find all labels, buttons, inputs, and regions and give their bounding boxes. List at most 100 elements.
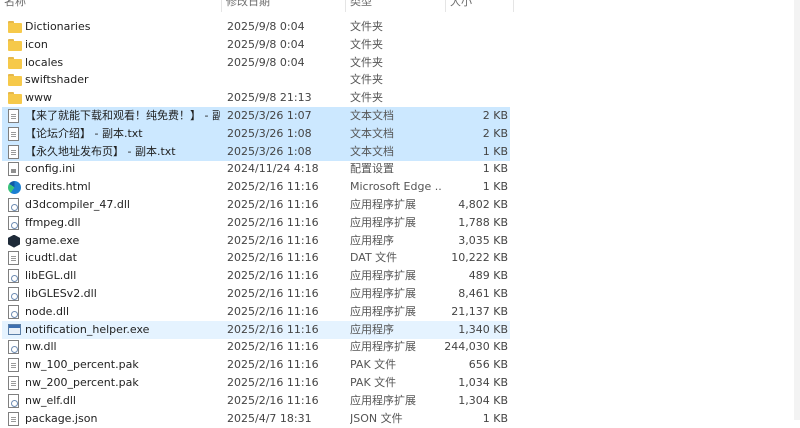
file-size: [442, 54, 508, 72]
file-row-icon-cell: [8, 321, 24, 339]
file-date: 2025/2/16 11:16: [227, 198, 319, 211]
file-row[interactable]: swiftshader 文件夹: [2, 71, 510, 89]
file-type: 文件夹: [350, 20, 383, 33]
file-name: ffmpeg.dll: [25, 215, 81, 229]
file-size: [442, 89, 508, 107]
file-type: 应用程序扩展: [350, 340, 416, 354]
file-row[interactable]: 【论坛介绍】 - 副本.txt 2025/3/26 1:08 文本文档 2 KB: [2, 124, 510, 143]
file-date: 2025/2/16 11:16: [227, 322, 319, 336]
data-file-icon: [8, 251, 19, 266]
file-type: 应用程序扩展: [350, 198, 416, 211]
folder-icon: [8, 38, 22, 51]
file-name: package.json: [25, 411, 98, 425]
file-row[interactable]: nw_100_percent.pak 2025/2/16 11:16 PAK 文件 6…: [2, 356, 510, 374]
file-row[interactable]: d3dcompiler_47.dll 2025/2/16 11:16 应用程序扩展 4…: [2, 196, 510, 214]
file-row-icon-cell: [8, 249, 24, 267]
file-row-icon-cell: [8, 18, 24, 36]
column-header-type[interactable]: 类型: [346, 0, 446, 12]
file-row-icon-cell: [8, 374, 24, 392]
file-type: JSON 文件: [350, 411, 403, 425]
file-date: 2025/2/16 11:16: [227, 269, 319, 283]
file-name: d3dcompiler_47.dll: [25, 198, 130, 211]
file-size: [442, 36, 508, 54]
file-row[interactable]: 【永久地址发布页】 - 副本.txt 2025/3/26 1:08 文本文档 1 KB: [2, 142, 510, 161]
file-size: [442, 18, 508, 36]
file-row-icon-cell: [8, 392, 24, 410]
file-date: 2025/3/26 1:07: [227, 109, 312, 122]
file-row-icon-cell: [8, 285, 24, 303]
file-row[interactable]: www 2025/9/8 21:13 文件夹: [2, 89, 510, 107]
column-header-date[interactable]: 修改日期: [222, 0, 346, 12]
file-row[interactable]: libGLESv2.dll 2025/2/16 11:16 应用程序扩展 8,461 …: [2, 285, 510, 303]
file-date: 2025/2/16 11:16: [227, 180, 319, 194]
file-date: 2025/2/16 11:16: [227, 393, 319, 407]
file-date: 2025/2/16 11:16: [227, 340, 319, 354]
column-header: 名称 修改日期 类型 大小: [0, 0, 800, 12]
file-name: nw.dll: [25, 340, 57, 354]
file-row[interactable]: libEGL.dll 2025/2/16 11:16 应用程序扩展 489 KB: [2, 267, 510, 285]
file-type: 文件夹: [350, 91, 383, 105]
folder-icon: [8, 92, 22, 105]
file-row-icon-cell: [8, 107, 24, 125]
dll-file-icon: [8, 340, 19, 355]
file-row[interactable]: nw_200_percent.pak 2025/2/16 11:16 PAK 文件 1…: [2, 374, 510, 392]
file-row[interactable]: notification_helper.exe 2025/2/16 11:16 应用…: [2, 320, 510, 339]
file-type: 文本文档: [350, 126, 394, 140]
file-row[interactable]: game.exe 2025/2/16 11:16 应用程序 3,035 KB: [2, 232, 510, 250]
file-row[interactable]: locales 2025/9/8 0:04 文件夹: [2, 54, 510, 72]
file-name: 【来了就能下载和观看！纯免费！】 - 副…: [25, 109, 220, 122]
file-row-icon-cell: [8, 214, 24, 232]
file-row[interactable]: icudtl.dat 2025/2/16 11:16 DAT 文件 10,222 KB: [2, 249, 510, 267]
vertical-scrollbar[interactable]: [794, 0, 800, 420]
file-row[interactable]: ffmpeg.dll 2025/2/16 11:16 应用程序扩展 1,788 KB: [2, 214, 510, 232]
file-type: 应用程序扩展: [350, 287, 416, 300]
file-date: 2025/2/16 11:16: [227, 287, 319, 300]
file-name: 【永久地址发布页】 - 副本.txt: [25, 144, 176, 158]
file-date: 2025/2/16 11:16: [227, 251, 319, 265]
file-type: 配置设置: [350, 162, 394, 176]
file-row-icon-cell: [8, 143, 24, 161]
folder-icon: [8, 56, 22, 69]
file-row-icon-cell: [8, 54, 24, 72]
data-file-icon: [8, 411, 19, 426]
file-row-icon-cell: [8, 303, 24, 321]
column-header-name[interactable]: 名称: [0, 0, 222, 12]
file-row[interactable]: icon 2025/9/8 0:04 文件夹: [2, 36, 510, 54]
file-row-icon-cell: [8, 267, 24, 285]
column-header-size[interactable]: 大小: [446, 0, 514, 12]
dll-file-icon: [8, 304, 19, 319]
dll-file-icon: [8, 393, 19, 408]
file-size: 3,035 KB: [458, 233, 508, 247]
file-row-icon-cell: [8, 410, 24, 428]
file-row-icon-cell: [8, 338, 24, 356]
file-name: icudtl.dat: [25, 251, 77, 265]
file-row[interactable]: nw.dll 2025/2/16 11:16 应用程序扩展 244,030 KB: [2, 338, 510, 356]
file-type: 文件夹: [350, 55, 383, 69]
file-name: swiftshader: [25, 73, 89, 87]
file-row-icon-cell: [8, 356, 24, 374]
file-row[interactable]: credits.html 2025/2/16 11:16 Microsoft Edg…: [2, 178, 510, 196]
file-row-icon-cell: [8, 36, 24, 54]
file-row-icon-cell: [8, 89, 24, 107]
file-date: 2025/3/26 1:08: [227, 126, 312, 140]
file-row[interactable]: config.ini 2024/11/24 4:18 配置设置 1 KB: [2, 160, 510, 178]
file-type: 文本文档: [350, 109, 394, 122]
file-name: credits.html: [25, 180, 91, 194]
file-row-icon-cell: [8, 71, 24, 89]
file-name: nw_100_percent.pak: [25, 358, 139, 372]
file-type: PAK 文件: [350, 376, 397, 389]
file-name: libGLESv2.dll: [25, 287, 97, 300]
file-type: 文件夹: [350, 37, 383, 51]
file-row[interactable]: node.dll 2025/2/16 11:16 应用程序扩展 21,137 KB: [2, 303, 510, 321]
file-row[interactable]: nw_elf.dll 2025/2/16 11:16 应用程序扩展 1,304 KB: [2, 392, 510, 410]
file-type: 应用程序扩展: [350, 269, 416, 283]
file-size: 1 KB: [482, 180, 508, 194]
file-type: 文件夹: [350, 73, 383, 87]
file-type: 应用程序扩展: [350, 393, 416, 407]
file-row[interactable]: 【来了就能下载和观看！纯免费！】 - 副… 2025/3/26 1:07 文本文档 2…: [2, 107, 510, 125]
file-type: PAK 文件: [350, 358, 397, 372]
file-row[interactable]: package.json 2025/4/7 18:31 JSON 文件 1 KB: [2, 410, 510, 428]
file-row[interactable]: Dictionaries 2025/9/8 0:04 文件夹: [2, 18, 510, 36]
file-date: 2025/9/8 0:04: [227, 55, 305, 69]
file-name: notification_helper.exe: [25, 322, 150, 336]
